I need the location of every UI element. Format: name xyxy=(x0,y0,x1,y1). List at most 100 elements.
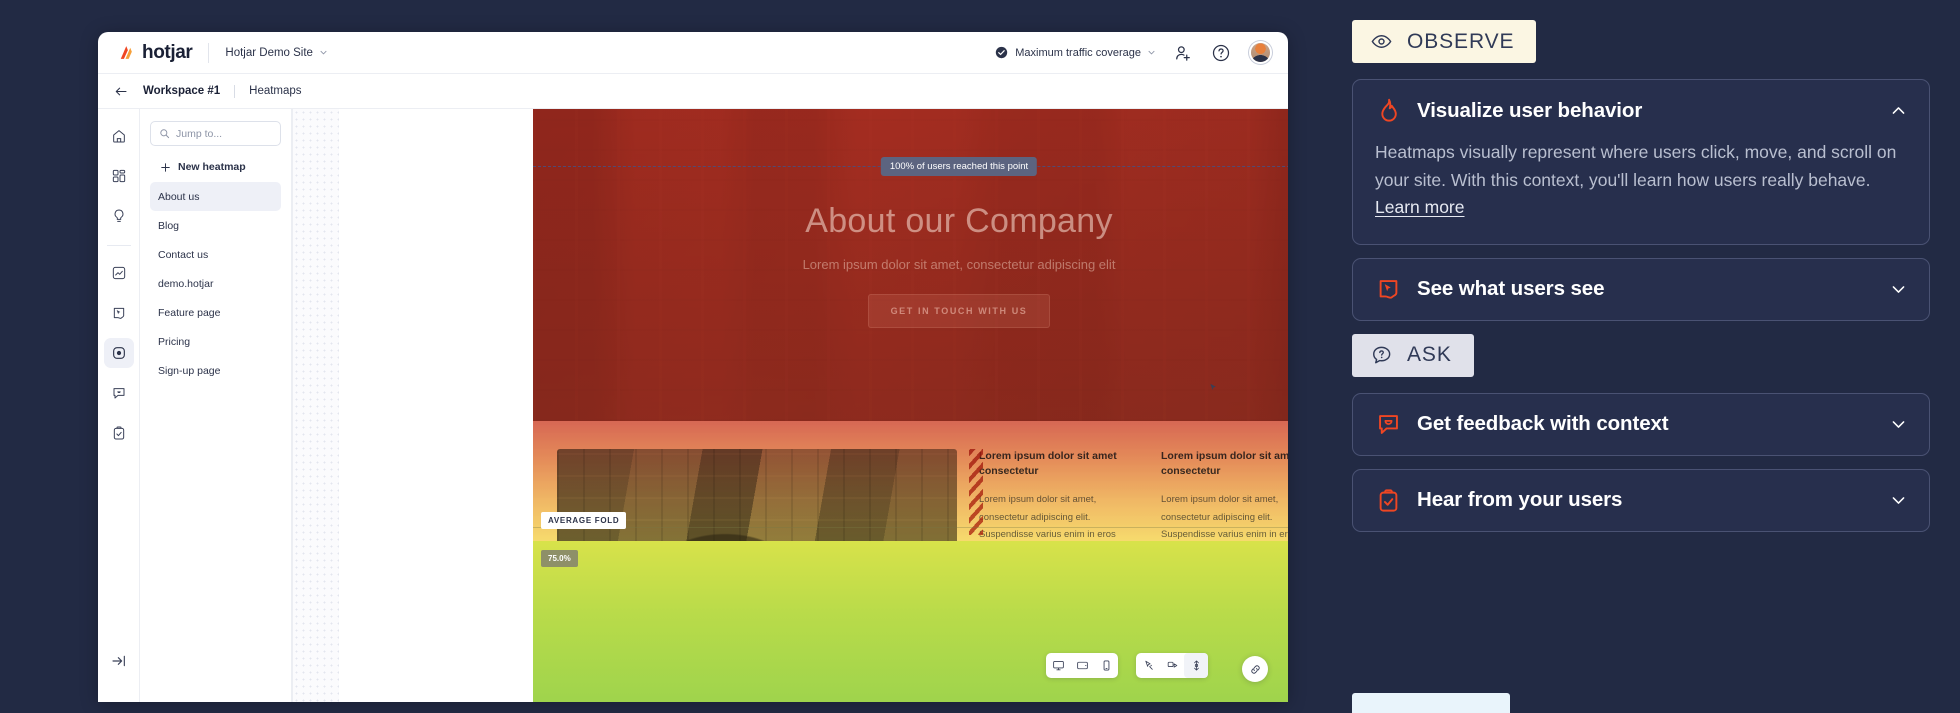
device-toolbar xyxy=(1046,653,1118,678)
new-heatmap-label: New heatmap xyxy=(178,161,246,173)
breadcrumb-divider xyxy=(234,84,236,98)
scroll-map-button[interactable] xyxy=(1184,653,1208,678)
list-item[interactable]: Blog xyxy=(150,211,281,240)
chevron-down-icon[interactable] xyxy=(1890,281,1907,298)
average-fold-line xyxy=(533,527,1288,528)
share-link-button[interactable] xyxy=(1242,656,1268,682)
ask-badge: ASK xyxy=(1352,333,1474,377)
nav-rail xyxy=(98,109,140,702)
recordings-cursor-icon xyxy=(113,307,124,319)
screen-root: hotjar Hotjar Demo Site Maximum traffic … xyxy=(0,0,1960,713)
list-item-label: About us xyxy=(158,190,200,203)
accordion-card-hear-from-your-users[interactable]: Hear from your users xyxy=(1352,468,1930,532)
accordion-card-visualize-user-behavior[interactable]: Visualize user behavior Heatmaps visuall… xyxy=(1352,79,1930,245)
app-topbar: hotjar Hotjar Demo Site Maximum traffic … xyxy=(98,32,1288,74)
list-item[interactable]: Pricing xyxy=(150,327,281,356)
surveys-clipboard-icon xyxy=(113,426,124,440)
card-header[interactable]: Get feedback with context xyxy=(1375,411,1907,438)
home-icon xyxy=(112,130,125,143)
breadcrumb: Workspace #1 Heatmaps xyxy=(98,74,1288,109)
sidebar-item-home[interactable] xyxy=(104,121,134,151)
list-item[interactable]: Feature page xyxy=(150,298,281,327)
list-item[interactable]: Sign-up page xyxy=(150,356,281,385)
sidebar-item-surveys[interactable] xyxy=(104,418,134,448)
sidebar-item-heatmaps[interactable] xyxy=(103,338,134,368)
page-hero: About our Company Lorem ipsum dolor sit … xyxy=(533,109,1288,421)
avatar[interactable] xyxy=(1249,41,1272,64)
scroll-reach-label: 100% of users reached this point xyxy=(880,157,1038,176)
recordings-cursor-icon xyxy=(1379,280,1398,299)
list-item[interactable]: About us xyxy=(150,182,281,211)
hero-content: About our Company Lorem ipsum dolor sit … xyxy=(533,109,1288,421)
tablet-icon xyxy=(1076,661,1088,670)
sidebar-item-feedback[interactable] xyxy=(104,378,134,408)
chevron-down-icon[interactable] xyxy=(1890,416,1907,433)
collapse-sidebar-button[interactable] xyxy=(104,646,134,676)
chart-box-icon xyxy=(112,266,125,280)
accordion-card-get-feedback-with-context[interactable]: Get feedback with context xyxy=(1352,392,1930,456)
new-heatmap-button[interactable]: New heatmap xyxy=(150,156,281,182)
card-title: See what users see xyxy=(1417,277,1605,301)
sidebar-item-dashboard[interactable] xyxy=(104,161,134,191)
search-icon xyxy=(160,129,170,139)
get-in-touch-button[interactable]: GET IN TOUCH WITH US xyxy=(867,294,1051,328)
logo-wordmark: hotjar xyxy=(142,41,193,63)
hotjar-logo[interactable]: hotjar xyxy=(116,41,193,64)
mobile-view-button[interactable] xyxy=(1094,653,1118,678)
click-map-icon xyxy=(1144,660,1153,670)
help-circle-icon[interactable] xyxy=(1211,43,1231,63)
list-item[interactable]: Contact us xyxy=(150,240,281,269)
observe-badge: OBSERVE xyxy=(1352,20,1537,63)
tablet-view-button[interactable] xyxy=(1070,653,1094,678)
click-map-button[interactable] xyxy=(1136,653,1160,678)
chevron-down-icon xyxy=(1148,50,1155,55)
heatmap-list-panel: New heatmap About us Blog Contact us dem… xyxy=(140,109,292,702)
scroll-percent-label: 75.0% xyxy=(541,550,578,567)
site-selector[interactable]: Hotjar Demo Site xyxy=(225,47,327,59)
sidebar-item-recordings[interactable] xyxy=(104,298,134,328)
heatmap-page-preview[interactable]: About our Company Lorem ipsum dolor sit … xyxy=(533,109,1288,702)
list-item-label: Feature page xyxy=(158,306,221,319)
guide-panel: OBSERVE Visualize user behavior Heatmaps… xyxy=(1352,0,1960,713)
breadcrumb-section: Heatmaps xyxy=(249,85,302,97)
scroll-map-icon xyxy=(1193,660,1199,671)
coverage-label: Maximum traffic coverage xyxy=(1015,46,1141,59)
card-header[interactable]: Hear from your users xyxy=(1375,487,1907,514)
app-body: New heatmap About us Blog Contact us dem… xyxy=(98,109,1288,702)
heatmap-stage: About our Company Lorem ipsum dolor sit … xyxy=(292,109,1288,702)
desktop-view-button[interactable] xyxy=(1046,653,1070,678)
arrow-left-icon[interactable] xyxy=(114,84,129,99)
mobile-icon xyxy=(1103,660,1109,671)
add-user-icon[interactable] xyxy=(1173,43,1193,63)
column-heading: Lorem ipsum dolor sit amet consectetur xyxy=(979,450,1117,478)
dashboard-grid-icon xyxy=(112,169,125,183)
breadcrumb-workspace[interactable]: Workspace #1 xyxy=(143,85,220,97)
link-chain-icon xyxy=(1250,664,1260,674)
card-body: Heatmaps visually represent where users … xyxy=(1375,139,1907,222)
accordion-card-see-what-users-see[interactable]: See what users see xyxy=(1352,257,1930,321)
chevron-down-icon[interactable] xyxy=(1890,492,1907,509)
jump-to-search[interactable] xyxy=(150,121,281,146)
list-item[interactable]: demo.hotjar xyxy=(150,269,281,298)
page-title: About our Company xyxy=(805,202,1113,240)
learn-more-link[interactable]: Learn more xyxy=(1375,197,1465,217)
site-name: Hotjar Demo Site xyxy=(225,46,313,59)
feedback-chat-icon xyxy=(113,388,124,399)
list-item-label: Contact us xyxy=(158,248,209,261)
check-circle-icon xyxy=(996,46,1008,59)
avatar-image xyxy=(1251,43,1270,62)
feedback-chat-icon xyxy=(1379,415,1398,434)
card-header[interactable]: Visualize user behavior xyxy=(1375,97,1907,124)
lightbulb-icon xyxy=(114,209,123,222)
search-input[interactable] xyxy=(176,127,272,140)
decorative-stripes xyxy=(969,449,983,535)
move-map-button[interactable] xyxy=(1160,653,1184,678)
card-header[interactable]: See what users see xyxy=(1375,276,1907,303)
collapse-panel-icon xyxy=(111,655,125,667)
sidebar-item-trends[interactable] xyxy=(104,258,134,288)
sidebar-item-highlights[interactable] xyxy=(104,201,134,231)
list-item-label: demo.hotjar xyxy=(158,277,214,290)
traffic-coverage-selector[interactable]: Maximum traffic coverage xyxy=(995,46,1155,59)
chevron-up-icon[interactable] xyxy=(1890,102,1907,119)
topbar-right-group: Maximum traffic coverage xyxy=(995,41,1272,64)
